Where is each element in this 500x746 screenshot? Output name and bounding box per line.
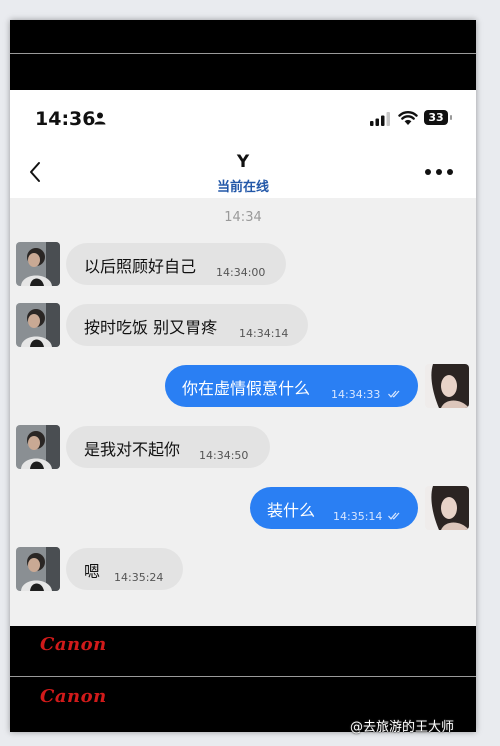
canon-logo: Canon: [40, 634, 107, 655]
contact-avatar[interactable]: [16, 242, 60, 286]
battery-tip: [450, 115, 452, 120]
incoming-message-bubble[interactable]: 是我对不起你 14:34:50: [66, 426, 270, 468]
contact-avatar[interactable]: [16, 547, 60, 591]
message-text: 嗯: [84, 562, 101, 581]
user-avatar[interactable]: [425, 364, 469, 408]
message-text: 以后照顾好自己: [84, 257, 197, 276]
status-time: 14:36: [35, 108, 96, 130]
incoming-message-bubble[interactable]: 按时吃饭 别又胃疼 14:34:14: [66, 304, 308, 346]
message-row: 是我对不起你 14:34:50: [10, 423, 476, 471]
online-status: 当前在线: [216, 179, 269, 194]
outgoing-message-bubble[interactable]: 你在虚情假意什么 14:34:33: [165, 365, 418, 407]
signal-icon: [370, 112, 390, 126]
contact-avatar[interactable]: [16, 425, 60, 469]
message-row: 装什么 14:35:14: [10, 484, 476, 532]
message-time: 14:34:50: [199, 449, 249, 462]
battery-icon: 33: [424, 110, 448, 125]
photo-frame: 14:36 33 Y 当前在线 14:34 以后照顾好自己 14:34:00 按…: [10, 20, 476, 732]
message-row: 按时吃饭 别又胃疼 14:34:14: [10, 301, 476, 349]
outgoing-message-bubble[interactable]: 装什么 14:35:14: [250, 487, 418, 529]
message-text: 装什么: [267, 501, 316, 520]
message-time: 14:34:00: [216, 266, 266, 279]
message-time: 14:35:14: [333, 510, 383, 523]
message-time: 14:35:24: [114, 571, 164, 584]
date-separator: 14:34: [224, 210, 262, 225]
contact-avatar[interactable]: [16, 303, 60, 347]
incoming-message-bubble[interactable]: 以后照顾好自己 14:34:00: [66, 243, 286, 285]
more-dots-icon[interactable]: [424, 168, 454, 176]
message-time: 14:34:33: [331, 388, 381, 401]
message-text: 是我对不起你: [84, 440, 181, 459]
message-row: 以后照顾好自己 14:34:00: [10, 240, 476, 288]
person-icon: [94, 112, 106, 125]
double-check-icon: [388, 390, 400, 398]
watermark: @去旅游的王大师: [350, 720, 455, 735]
user-avatar[interactable]: [425, 486, 469, 530]
frame-line: [10, 53, 476, 54]
status-bar: 14:36 33: [10, 90, 476, 148]
message-text: 按时吃饭 别又胃疼: [84, 318, 218, 337]
chat-header: Y 当前在线: [10, 148, 476, 198]
double-check-icon: [388, 512, 400, 520]
message-row: 你在虚情假意什么 14:34:33: [10, 362, 476, 410]
incoming-message-bubble[interactable]: 嗯 14:35:24: [66, 548, 183, 590]
message-time: 14:34:14: [239, 327, 289, 340]
message-row: 嗯 14:35:24: [10, 545, 476, 593]
canon-logo: Canon: [40, 686, 107, 707]
frame-line: [10, 676, 476, 677]
wifi-icon: [398, 111, 418, 125]
phone-screen: 14:36 33 Y 当前在线 14:34 以后照顾好自己 14:34:00 按…: [10, 90, 476, 626]
message-text: 你在虚情假意什么: [182, 379, 311, 398]
contact-name: Y: [236, 152, 250, 172]
